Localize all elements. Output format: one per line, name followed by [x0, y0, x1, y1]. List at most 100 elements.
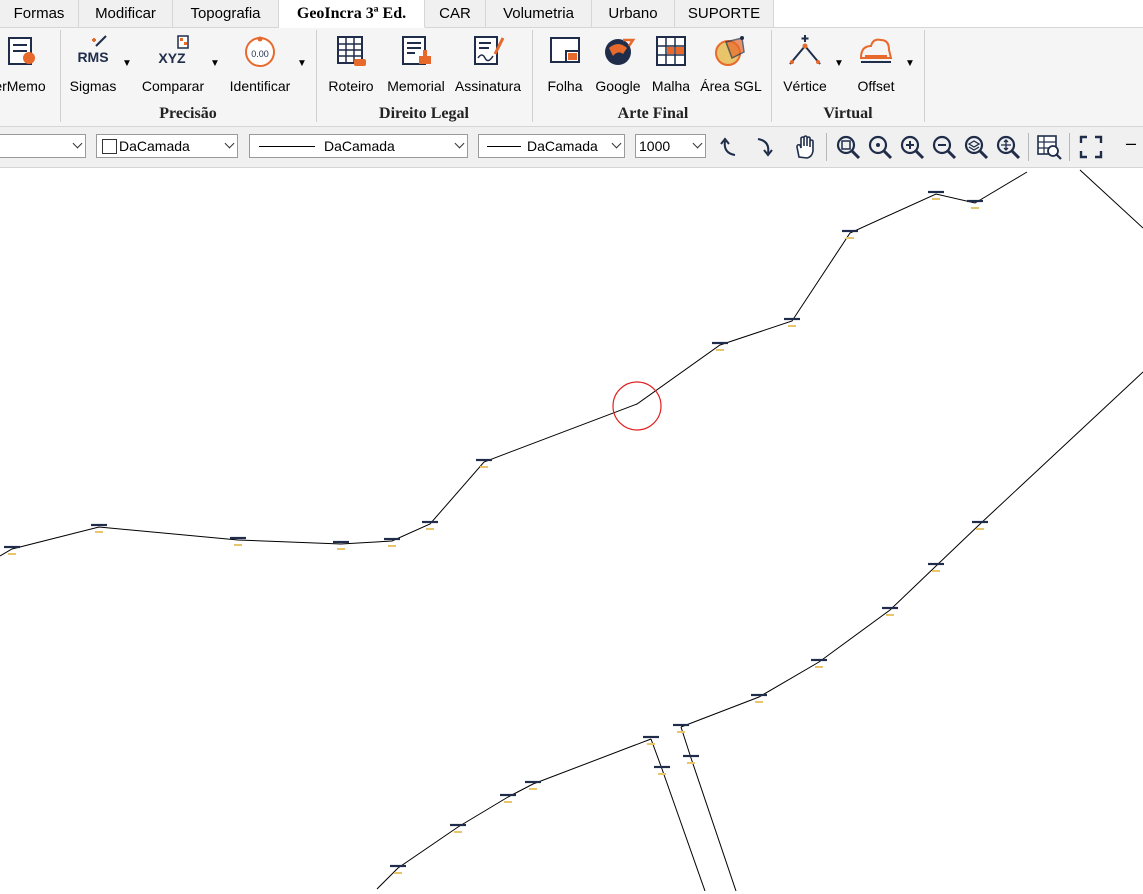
- offset-icon: [859, 38, 893, 63]
- roteiro-button[interactable]: Roteiro: [325, 32, 377, 98]
- offset-dropdown-icon[interactable]: ▼: [905, 58, 915, 69]
- malha-label: Malha: [651, 78, 691, 94]
- supermemo-label: erMemo: [0, 78, 46, 94]
- lineweight-combo-value: DaCamada: [527, 138, 598, 154]
- sigmas-button[interactable]: RMS Sigmas: [66, 32, 120, 98]
- ribbon-separator: [60, 30, 61, 122]
- tab-geoincra[interactable]: GeoIncra 3ª Ed.: [279, 0, 425, 28]
- ribbon-separator: [924, 30, 925, 122]
- linetype-combo-value: DaCamada: [324, 138, 395, 154]
- color-swatch-icon: [102, 139, 117, 154]
- tab-volumetria[interactable]: Volumetria: [486, 0, 592, 27]
- roteiro-label: Roteiro: [328, 78, 374, 94]
- color-combo[interactable]: DaCamada: [96, 134, 238, 158]
- folha-label: Folha: [547, 78, 583, 94]
- linetype-combo[interactable]: DaCamada: [249, 134, 468, 158]
- svg-text:XYZ: XYZ: [158, 50, 186, 66]
- memo-icon: [8, 37, 35, 65]
- memorial-button[interactable]: Memorial: [383, 32, 449, 98]
- identify-value-icon: 0.00: [245, 36, 275, 67]
- toolbar-separator: [1069, 133, 1070, 161]
- fullscreen-icon[interactable]: [1077, 133, 1105, 161]
- ribbon-panel: erMemo RMS Sigmas ▼ XYZ Comparar ▼ 0.00 …: [0, 28, 1143, 127]
- zoom-out-icon[interactable]: [930, 133, 958, 161]
- vertice-label: Vértice: [783, 78, 827, 94]
- supermemo-button[interactable]: erMemo: [0, 32, 50, 98]
- drawing-svg[interactable]: [0, 168, 1143, 892]
- scale-combo[interactable]: 1000: [635, 134, 706, 158]
- comparar-button[interactable]: XYZ Comparar: [138, 32, 208, 98]
- globe-export-icon: [605, 38, 636, 65]
- area-sgl-label: Área SGL: [700, 78, 762, 94]
- google-label: Google: [595, 78, 641, 94]
- memorial-label: Memorial: [387, 78, 445, 94]
- group-label-virtual: Virtual: [823, 105, 873, 122]
- vertice-button[interactable]: Vértice: [778, 32, 832, 98]
- table-sheet-icon: [337, 36, 366, 66]
- svg-text:0.00: 0.00: [251, 49, 269, 59]
- offset-button[interactable]: Offset: [848, 32, 904, 98]
- area-sgl-button[interactable]: Área SGL: [698, 32, 764, 98]
- xyz-compare-icon: XYZ: [158, 35, 189, 66]
- zoom-layers-icon[interactable]: [962, 133, 990, 161]
- color-combo-value: DaCamada: [119, 138, 190, 154]
- linetype-sample-icon: [259, 146, 315, 147]
- group-label-arte-final: Arte Final: [617, 105, 689, 122]
- vertex-markers: [4, 190, 988, 874]
- chevron-down-icon: [611, 138, 622, 149]
- tab-urbano[interactable]: Urbano: [592, 0, 675, 27]
- drawing-canvas[interactable]: [0, 168, 1143, 892]
- folha-button[interactable]: Folha: [543, 32, 587, 98]
- grid-mesh-icon: [656, 36, 686, 66]
- lineweight-sample-icon: [487, 146, 521, 147]
- vertice-dropdown-icon[interactable]: ▼: [834, 58, 844, 69]
- group-label-direito-legal: Direito Legal: [379, 105, 469, 122]
- assinatura-label: Assinatura: [454, 78, 522, 94]
- zoom-in-icon[interactable]: [898, 133, 926, 161]
- layer-combo[interactable]: [0, 134, 86, 158]
- chevron-down-icon: [224, 138, 235, 149]
- sigmas-label: Sigmas: [69, 78, 117, 94]
- zoom-window-icon[interactable]: [834, 133, 862, 161]
- ribbon-separator: [316, 30, 317, 122]
- identificar-dropdown-icon[interactable]: ▼: [297, 58, 307, 69]
- pan-hand-icon[interactable]: [791, 133, 819, 161]
- ribbon-separator: [771, 30, 772, 122]
- group-label-precisao: Precisão: [159, 105, 217, 122]
- malha-button[interactable]: Malha: [648, 32, 694, 98]
- signature-icon: [474, 36, 505, 65]
- google-button[interactable]: Google: [593, 32, 643, 98]
- rms-icon: RMS: [77, 35, 109, 65]
- tab-car[interactable]: CAR: [425, 0, 486, 27]
- tab-topografia[interactable]: Topografia: [173, 0, 279, 27]
- properties-toolbar: DaCamada DaCamada DaCamada 1000 –: [0, 127, 1143, 168]
- identificar-button[interactable]: 0.00 Identificar: [225, 32, 295, 98]
- redo-icon[interactable]: [750, 133, 778, 161]
- tab-suporte[interactable]: SUPORTE: [675, 0, 774, 27]
- chevron-down-icon: [692, 138, 703, 149]
- toolbar-separator: [1028, 133, 1029, 161]
- offset-label: Offset: [857, 78, 895, 94]
- tab-modificar[interactable]: Modificar: [79, 0, 173, 27]
- svg-text:RMS: RMS: [77, 49, 108, 65]
- assinatura-button[interactable]: Assinatura: [452, 32, 524, 98]
- scale-combo-value: 1000: [639, 138, 671, 154]
- minimize-button[interactable]: –: [1126, 133, 1136, 154]
- sigmas-dropdown-icon[interactable]: ▼: [122, 58, 132, 69]
- undo-icon[interactable]: [717, 133, 745, 161]
- comparar-dropdown-icon[interactable]: ▼: [210, 58, 220, 69]
- identificar-label: Identificar: [229, 78, 291, 94]
- sheet-layout-icon: [550, 37, 580, 63]
- table-search-icon[interactable]: [1035, 133, 1063, 161]
- stamped-document-icon: [402, 36, 431, 65]
- lineweight-combo[interactable]: DaCamada: [478, 134, 625, 158]
- zoom-center-icon[interactable]: [866, 133, 894, 161]
- chevron-down-icon: [454, 138, 465, 149]
- ribbon-tab-bar: Formas Modificar Topografia GeoIncra 3ª …: [0, 0, 1143, 28]
- toolbar-separator: [826, 133, 827, 161]
- ribbon-separator: [532, 30, 533, 122]
- vertex-icon: [789, 35, 821, 65]
- cursor-snap-circle: [612, 381, 662, 431]
- zoom-extents-icon[interactable]: [994, 133, 1022, 161]
- tab-formas[interactable]: Formas: [0, 0, 79, 27]
